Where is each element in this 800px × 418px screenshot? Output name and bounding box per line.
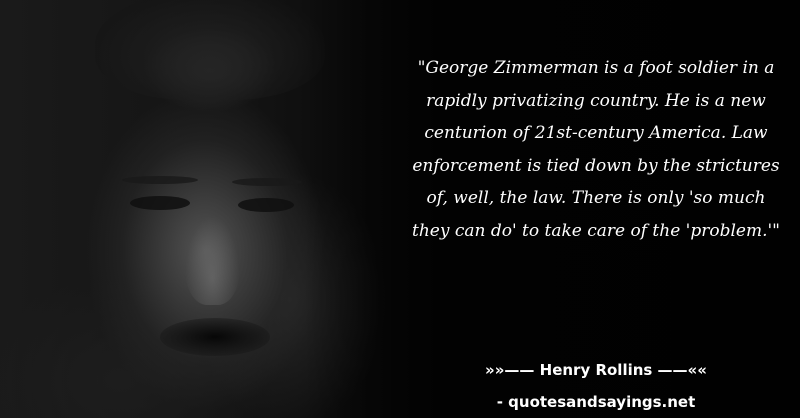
quote-author: »»—— Henry Rollins ——«« xyxy=(485,361,707,379)
source-website: - quotesandsayings.net xyxy=(496,393,696,411)
quote-card: "George Zimmerman is a foot soldier in a… xyxy=(0,0,800,418)
quote-text: "George Zimmerman is a foot soldier in a… xyxy=(412,58,780,241)
